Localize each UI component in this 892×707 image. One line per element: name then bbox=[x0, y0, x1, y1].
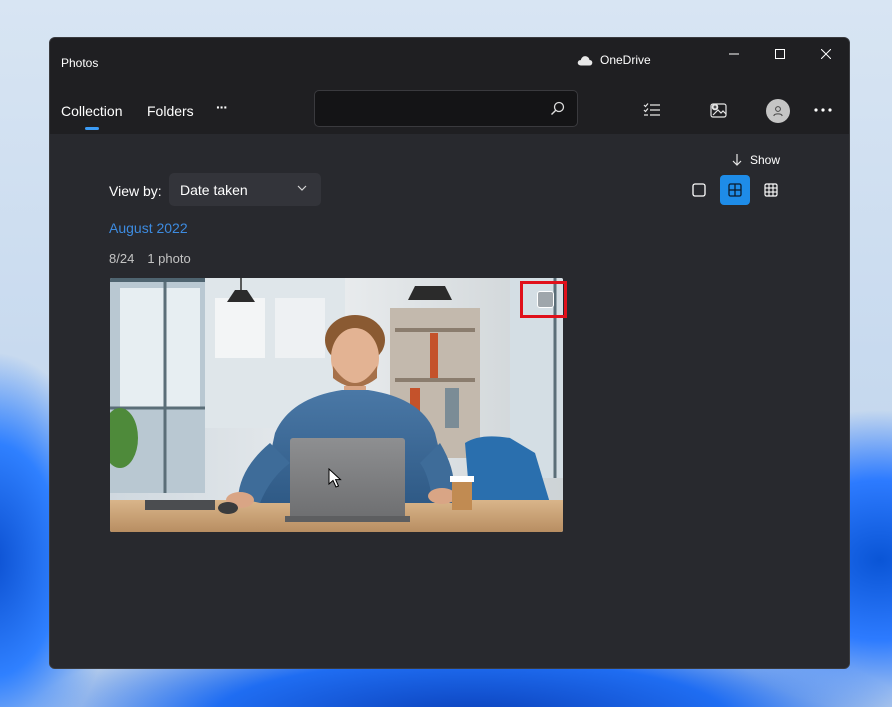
office-photo-image bbox=[110, 278, 563, 532]
more-icon bbox=[814, 108, 832, 112]
medium-grid-icon bbox=[728, 183, 742, 197]
maximize-icon bbox=[775, 49, 785, 59]
title-bar: Photos OneDrive bbox=[50, 38, 849, 86]
date-group-header: 8/24 1 photo bbox=[109, 251, 191, 266]
minimize-button[interactable] bbox=[711, 38, 757, 70]
single-view-button[interactable] bbox=[684, 175, 714, 205]
chevron-down-icon bbox=[297, 185, 307, 191]
filter-list-icon bbox=[643, 103, 660, 116]
active-tab-indicator bbox=[85, 127, 99, 130]
medium-grid-view-button[interactable] bbox=[720, 175, 750, 205]
app-title: Photos bbox=[61, 56, 99, 70]
photo-select-checkbox[interactable] bbox=[537, 291, 554, 308]
single-square-icon bbox=[692, 183, 706, 197]
day-label: 8/24 bbox=[109, 251, 135, 266]
import-button[interactable] bbox=[707, 98, 731, 122]
more-options-button[interactable] bbox=[811, 98, 835, 122]
tab-collection[interactable]: Collection bbox=[61, 103, 122, 119]
close-button[interactable] bbox=[803, 38, 849, 70]
view-by-dropdown[interactable]: Date taken bbox=[169, 173, 321, 206]
account-icon bbox=[773, 106, 783, 117]
tab-folders[interactable]: Folders bbox=[147, 103, 194, 119]
maximize-button[interactable] bbox=[757, 38, 803, 70]
minimize-icon bbox=[729, 53, 739, 55]
onedrive-label: OneDrive bbox=[600, 53, 651, 67]
photo-thumbnail[interactable] bbox=[110, 278, 563, 532]
search-input[interactable] bbox=[314, 90, 578, 127]
photos-window: Photos OneDrive Collection Folders ··· S… bbox=[49, 37, 850, 669]
cloud-icon bbox=[577, 55, 593, 65]
show-label: Show bbox=[750, 153, 781, 167]
small-grid-view-button[interactable] bbox=[756, 175, 786, 205]
photo-select-highlight bbox=[520, 281, 567, 318]
view-by-label: View by: bbox=[109, 183, 162, 199]
close-icon bbox=[821, 49, 831, 59]
filter-list-button[interactable] bbox=[640, 98, 664, 122]
nav-more-button[interactable]: ··· bbox=[216, 99, 228, 115]
view-by-value: Date taken bbox=[180, 181, 248, 198]
account-button[interactable] bbox=[766, 99, 790, 123]
photo-count: 1 photo bbox=[147, 251, 191, 266]
arrow-down-icon bbox=[732, 154, 742, 166]
month-header[interactable]: August 2022 bbox=[109, 220, 188, 236]
small-grid-icon bbox=[764, 183, 778, 197]
import-icon bbox=[710, 103, 727, 118]
show-button[interactable]: Show bbox=[732, 153, 780, 167]
search-icon[interactable] bbox=[550, 101, 565, 116]
onedrive-status[interactable]: OneDrive bbox=[577, 53, 651, 67]
mouse-cursor-icon bbox=[328, 468, 342, 488]
